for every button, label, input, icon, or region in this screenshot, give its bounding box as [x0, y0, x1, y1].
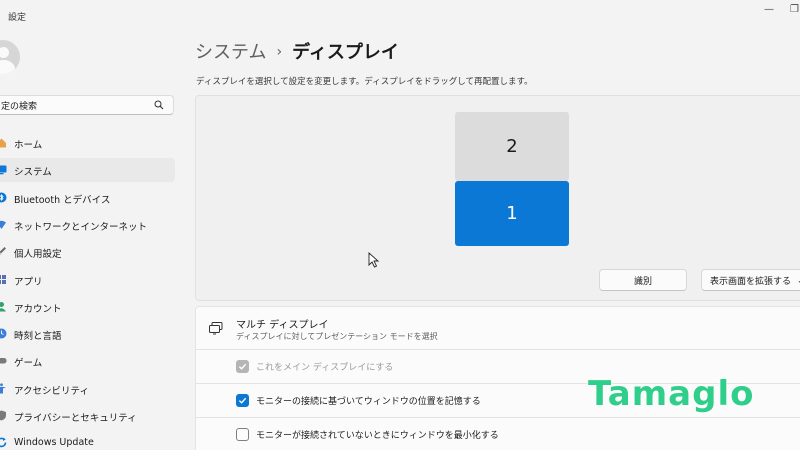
sidebar-item-brush[interactable]: 個人用設定: [0, 240, 175, 264]
monitor-1-number: 1: [506, 203, 518, 224]
monitor-2-number: 2: [506, 136, 518, 157]
sidebar-item-clock[interactable]: 時刻と言語: [0, 322, 175, 346]
check-icon: [238, 397, 247, 404]
sidebar-item-wifi[interactable]: ネットワークとインターネット: [0, 213, 175, 237]
sidebar-item-accessibility[interactable]: アクセシビリティ: [0, 377, 175, 401]
minimize-windows-checkbox[interactable]: [236, 428, 249, 441]
remember-window-positions-checkbox[interactable]: [236, 394, 249, 407]
multi-display-description: ディスプレイに対してプレゼンテーション モードを選択: [236, 332, 438, 341]
apps-icon: [0, 274, 6, 284]
minimize-windows-label: モニターが接続されていないときにウィンドウを最小化する: [256, 431, 499, 441]
clock-icon: [0, 328, 7, 339]
game-icon: [0, 358, 7, 364]
sidebar-item-label: アプリ: [14, 276, 43, 288]
sidebar-item-update[interactable]: Windows Update: [0, 431, 175, 450]
wifi-icon: [0, 220, 6, 229]
sidebar-item-label: 個人用設定: [14, 249, 62, 261]
sidebar-item-label: ネットワークとインターネット: [14, 221, 148, 233]
identify-button[interactable]: 識別: [599, 269, 687, 291]
account-icon: [0, 301, 6, 312]
make-main-display-checkbox: [236, 360, 249, 373]
sidebar-item-label: プライバシーとセキュリティ: [14, 413, 137, 424]
bluetooth-icon: [0, 192, 7, 203]
page-description: ディスプレイを選択して設定を変更します。ディスプレイをドラッグして再配置します。: [196, 77, 533, 87]
identify-label: 識別: [633, 276, 652, 287]
sidebar-item-shield[interactable]: プライバシーとセキュリティ: [0, 404, 175, 428]
sidebar-item-label: Windows Update: [14, 437, 94, 449]
sidebar-item-home[interactable]: ホーム: [0, 131, 175, 155]
monitor-2[interactable]: 2: [455, 112, 569, 181]
option-minimize-windows[interactable]: モニターが接続されていないときにウィンドウを最小化する: [195, 418, 800, 450]
display-arrangement-panel: 2 1 識別 表示画面を拡張する ⌄: [195, 95, 800, 301]
watermark-logo: Tamaglo: [588, 374, 755, 414]
page-title: ディスプレイ: [292, 42, 399, 63]
sidebar-item-game[interactable]: ゲーム: [0, 349, 175, 373]
mouse-cursor-icon: [368, 252, 380, 268]
search-box[interactable]: [0, 95, 174, 115]
breadcrumb-separator: ›: [276, 44, 283, 60]
accessibility-icon: [0, 383, 6, 394]
app-title: 設定: [8, 13, 27, 23]
sidebar-item-bluetooth[interactable]: Bluetooth とデバイス: [0, 186, 175, 210]
title-bar: 設定 — ❐: [0, 0, 800, 30]
sidebar-item-label: アクセシビリティ: [14, 385, 89, 397]
maximize-button[interactable]: ❐: [790, 4, 799, 16]
breadcrumb-parent[interactable]: システム: [195, 42, 266, 63]
search-icon[interactable]: [153, 99, 165, 111]
multi-display-title: マルチ ディスプレイ: [236, 320, 329, 331]
update-icon: [0, 437, 7, 448]
sidebar-item-label: ホーム: [14, 140, 43, 151]
sidebar-item-monitor[interactable]: システム: [0, 158, 175, 183]
sidebar-item-label: ゲーム: [14, 358, 43, 370]
display-mode-label: 表示画面を拡張する: [710, 276, 792, 287]
display-mode-dropdown[interactable]: 表示画面を拡張する ⌄: [701, 269, 800, 291]
make-main-display-label: これをメイン ディスプレイにする: [256, 363, 394, 373]
sidebar-item-label: システム: [14, 167, 52, 179]
brush-icon: [0, 247, 6, 256]
breadcrumb: システム › ディスプレイ: [195, 38, 399, 64]
monitor-1[interactable]: 1: [455, 181, 569, 246]
avatar[interactable]: [0, 40, 20, 74]
minimize-button[interactable]: —: [764, 4, 774, 16]
remember-window-positions-label: モニターの接続に基づいてウィンドウの位置を記憶する: [256, 397, 481, 407]
multi-monitor-icon: [209, 322, 223, 335]
sidebar-item-account[interactable]: アカウント: [0, 295, 175, 319]
home-icon: [0, 138, 6, 148]
multi-display-section[interactable]: マルチ ディスプレイ ディスプレイに対してプレゼンテーション モードを選択: [195, 306, 800, 350]
avatar-head: [0, 47, 9, 58]
search-input[interactable]: [1, 98, 151, 112]
avatar-body: [0, 60, 15, 74]
sidebar-item-label: 時刻と言語: [14, 331, 62, 343]
shield-icon: [0, 410, 6, 421]
sidebar-item-apps[interactable]: アプリ: [0, 268, 175, 292]
check-icon: [238, 363, 247, 370]
sidebar-item-label: アカウント: [14, 303, 62, 315]
monitor-icon: [0, 165, 7, 175]
sidebar-item-label: Bluetooth とデバイス: [14, 194, 111, 206]
